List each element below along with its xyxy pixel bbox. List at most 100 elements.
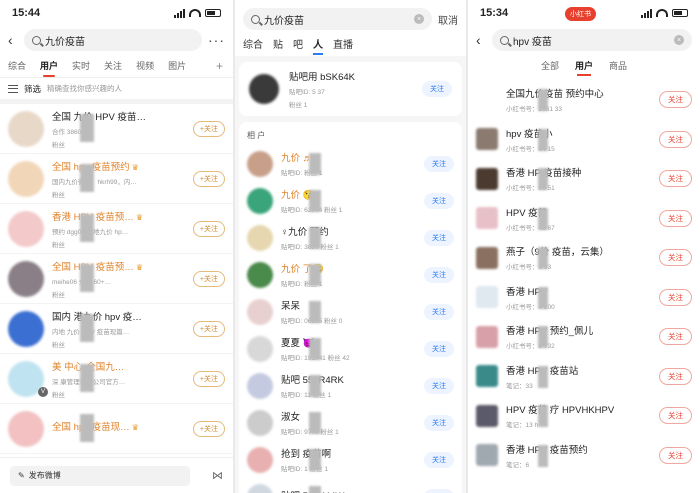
list-item[interactable]: 全国九价疫苗 预约中心 小红书号：2661 33 关注	[468, 80, 700, 120]
avatar[interactable]	[247, 224, 273, 251]
avatar[interactable]	[247, 298, 273, 325]
avatar[interactable]	[247, 335, 273, 362]
list-item[interactable]: 香港 HPV 小红书号：4 200 关注	[468, 278, 700, 318]
list-item[interactable]: 燕子（9价 疫苗，云集） 小红书号：6 93 关注	[468, 238, 700, 278]
post-button[interactable]: ✎ 发布微博	[10, 465, 190, 486]
more-icon[interactable]: ···	[208, 32, 225, 48]
list-item[interactable]: 九价 ♬ 贴吧ID: 粉丝 1 关注	[239, 145, 462, 182]
list-item[interactable]: HPV 疫苗 小红书号：42 67 关注	[468, 199, 700, 239]
list-item[interactable]: hpv 疫苗小 小红书号：64 15 关注	[468, 120, 700, 160]
search-input[interactable]: 九价疫苗 ×	[243, 8, 432, 30]
list-item[interactable]: 九价 了😄 贴吧ID: 粉丝 1 关注	[239, 256, 462, 293]
list-item[interactable]: HPV 疫苗 疗 HPVHKHPV 笔记：13 h 关注	[468, 396, 700, 436]
list-item[interactable]: 贴吧 553R4RK 贴吧ID: 11 粉丝 1 关注	[239, 367, 462, 404]
clear-icon[interactable]: ×	[414, 14, 424, 24]
avatar[interactable]	[8, 410, 44, 447]
list-item[interactable]: 全国 hpv 疫苗现…♛ +关注	[0, 404, 233, 454]
list-item[interactable]: 香港 HPV 预约_佩儿 小红书号：8 732 关注	[468, 317, 700, 357]
avatar[interactable]	[476, 88, 498, 111]
follow-button[interactable]: 关注	[659, 249, 692, 267]
tab-1[interactable]: 用户	[40, 59, 58, 77]
follow-button[interactable]: 关注	[424, 155, 454, 172]
avatar[interactable]	[476, 246, 498, 269]
avatar[interactable]	[8, 310, 44, 347]
follow-button[interactable]: 关注	[424, 377, 454, 394]
list-item[interactable]: ♀九价 预约贴吧ID: 3850 粉丝 1 关注	[239, 219, 462, 256]
follow-button[interactable]: 关注	[659, 407, 692, 425]
back-icon[interactable]: ‹	[476, 32, 486, 48]
avatar[interactable]	[247, 150, 273, 177]
list-item[interactable]: 抢到 疫苗啊 贴吧ID: 1 粉丝 1 关注	[239, 441, 462, 478]
follow-button[interactable]: 关注	[659, 446, 692, 464]
follow-button[interactable]: +关注	[192, 270, 225, 287]
follow-button[interactable]: 关注	[424, 340, 454, 357]
tab-4[interactable]: 视频	[136, 59, 154, 72]
follow-button[interactable]: 关注	[424, 488, 454, 493]
search-input[interactable]: hpv 疫苗 ×	[492, 29, 692, 51]
follow-button[interactable]: +关注	[192, 320, 225, 337]
list-item[interactable]: 香港 HPV 疫苗预约笔记：6 关注	[468, 436, 700, 476]
back-icon[interactable]: ‹	[8, 32, 18, 48]
follow-button[interactable]: 关注	[424, 451, 454, 468]
list-item[interactable]: 九价 😘 贴吧ID: 62644 粉丝 1 关注	[239, 182, 462, 219]
avatar[interactable]	[476, 286, 498, 309]
list-item[interactable]: 呆呆贴吧ID: 06265 粉丝 0 关注	[239, 293, 462, 330]
avatar[interactable]	[247, 446, 273, 473]
tab-5[interactable]: 图片	[168, 59, 186, 72]
list-item[interactable]: 淑女贴吧ID: 9749 粉丝 1 关注	[239, 404, 462, 441]
avatar[interactable]	[476, 365, 498, 388]
list-item[interactable]: 夏夏 😈 贴吧ID: 191941 粉丝 42 关注	[239, 330, 462, 367]
follow-button[interactable]: +关注	[192, 120, 225, 137]
follow-button[interactable]: 关注	[659, 170, 692, 188]
list-item[interactable]: 香港 HP 疫苗接种 小红书号：96 51 关注	[468, 159, 700, 199]
follow-button[interactable]: 关注	[424, 266, 454, 283]
tab-3[interactable]: 关注	[104, 59, 122, 72]
avatar[interactable]	[476, 325, 498, 348]
tab-2[interactable]: 商品	[609, 59, 627, 72]
tab-1[interactable]: 用户	[575, 59, 593, 76]
avatar[interactable]	[8, 210, 44, 247]
tab-3[interactable]: 人	[313, 36, 323, 55]
avatar[interactable]	[8, 260, 44, 297]
avatar[interactable]	[247, 261, 273, 288]
tab-2[interactable]: 吧	[293, 36, 303, 51]
list-item[interactable]: 全国 hpv 疫苗预约♛ 国内九价微信：hkrh99，内… 粉丝 +关注	[0, 154, 233, 204]
follow-button[interactable]: 关注	[424, 229, 454, 246]
list-item[interactable]: 贴吧 5JZK44W 关注	[239, 478, 462, 493]
avatar[interactable]	[476, 404, 498, 427]
tab-1[interactable]: 贴	[273, 36, 283, 51]
avatar[interactable]	[476, 167, 498, 190]
list-item[interactable]: 全国 HPV 疫苗预…♛ meihe06 全国 60+… 粉丝 +关注	[0, 254, 233, 304]
share-icon[interactable]: ⋈	[212, 469, 223, 482]
follow-button[interactable]: +关注	[192, 370, 225, 387]
avatar[interactable]	[476, 444, 498, 467]
avatar[interactable]	[247, 483, 273, 493]
avatar[interactable]	[247, 409, 273, 436]
list-item[interactable]: 全国 九价 HPV 疫苗… 合作 38600 粉丝 +关注	[0, 104, 233, 154]
tab-4[interactable]: 直播	[333, 36, 353, 51]
follow-button[interactable]: +关注	[192, 420, 225, 437]
avatar[interactable]	[8, 160, 44, 197]
tab-0[interactable]: 全部	[541, 59, 559, 72]
top-user-card[interactable]: 贴吧用 bSK64K 贴吧ID: 5 37 粉丝 1 关注	[239, 62, 462, 116]
avatar[interactable]	[476, 128, 498, 151]
search-input[interactable]: 九价疫苗	[24, 29, 202, 51]
add-tab-icon[interactable]: +	[216, 59, 223, 73]
avatar[interactable]	[476, 207, 498, 230]
follow-button[interactable]: 关注	[424, 303, 454, 320]
avatar[interactable]	[247, 372, 273, 399]
follow-button[interactable]: 关注	[659, 328, 692, 346]
list-item[interactable]: 香港 HPV 疫苗站笔记：33 关注	[468, 357, 700, 397]
follow-button[interactable]: 关注	[422, 81, 452, 97]
cancel-button[interactable]: 取消	[438, 12, 458, 27]
follow-button[interactable]: 关注	[424, 414, 454, 431]
follow-button[interactable]: 关注	[659, 130, 692, 148]
list-item[interactable]: V 美 中心-全国九… 深 康管理有限公司官方… 粉丝 +关注	[0, 354, 233, 404]
list-item[interactable]: 国内 港九价 hpv 疫… 内地 九价 HPV 疫苗现篇… 粉丝 +关注	[0, 304, 233, 354]
clear-icon[interactable]: ×	[674, 35, 684, 45]
follow-button[interactable]: 关注	[659, 209, 692, 227]
tab-0[interactable]: 综合	[243, 36, 263, 51]
avatar[interactable]	[247, 187, 273, 214]
list-item[interactable]: 香港 HPV 疫苗预…♛ 预约 dgg06 内地九价 hp… 粉丝 +关注	[0, 204, 233, 254]
avatar[interactable]	[8, 110, 44, 147]
